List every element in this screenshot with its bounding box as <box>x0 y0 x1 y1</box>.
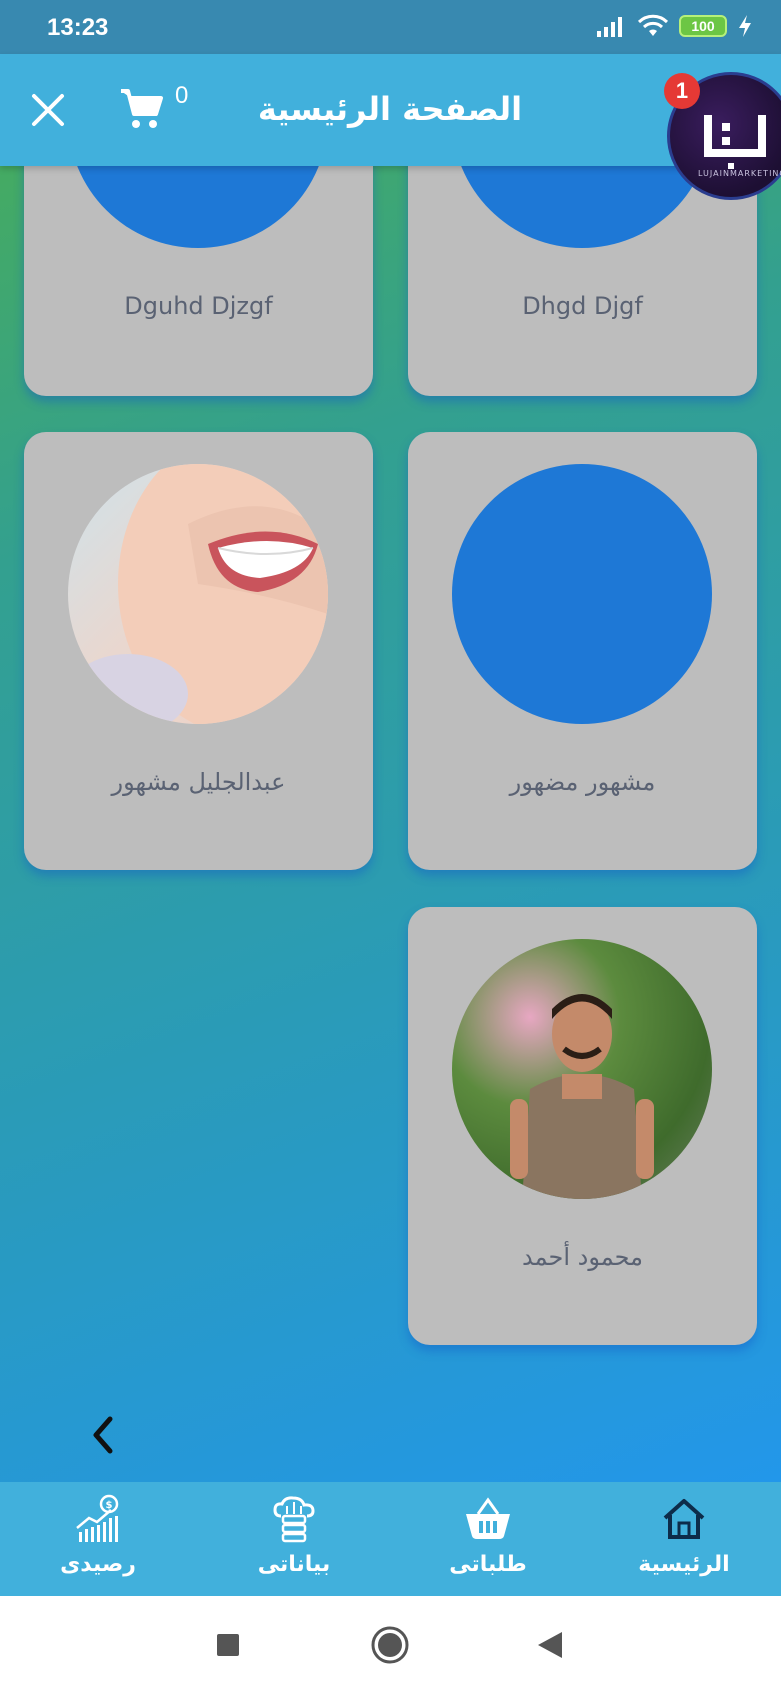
chevron-left-icon[interactable] <box>86 1413 120 1457</box>
app-bar: 0 الصفحة الرئيسية <box>0 54 781 166</box>
nav-item-balance[interactable]: $ رصيدى <box>18 1482 178 1596</box>
close-icon[interactable] <box>28 90 68 130</box>
battery-icon: 100 <box>679 15 727 37</box>
balance-chart-icon: $ <box>76 1494 119 1542</box>
card-name: عبدالجليل مشهور <box>111 768 286 796</box>
cart-count: 0 <box>175 82 189 109</box>
basket-icon <box>466 1497 510 1539</box>
bottom-nav: الرئيسية طلباتى بياناتى $ رصيدى <box>0 1482 781 1596</box>
avatar-photo <box>510 994 654 1199</box>
nav-label: طلباتى <box>449 1552 527 1577</box>
nav-label: الرئيسية <box>638 1552 730 1577</box>
recents-icon[interactable] <box>216 1633 240 1657</box>
cloud-data-icon <box>273 1496 315 1543</box>
nav-item-orders[interactable]: طلباتى <box>408 1482 568 1596</box>
wifi-icon <box>637 14 669 36</box>
card-name: Dhgd Djgf <box>522 292 643 320</box>
back-triangle-icon[interactable] <box>536 1630 564 1660</box>
cart-icon[interactable] <box>118 86 164 132</box>
nav-item-my-data[interactable]: بياناتى <box>214 1482 374 1596</box>
charging-icon <box>739 15 751 37</box>
avatar <box>452 939 712 1199</box>
status-time: 13:23 <box>47 14 109 41</box>
signal-icon <box>597 17 622 37</box>
status-icons: 100 <box>595 14 753 38</box>
logo-text: LUJAINMARKETING <box>698 169 781 178</box>
card-name: محمود أحمد <box>522 1243 643 1271</box>
brand-logo[interactable]: LUJAINMARKETING 1 <box>664 72 781 200</box>
avatar <box>68 464 328 724</box>
svg-text:$: $ <box>106 1500 113 1511</box>
status-bar: 13:23 100 <box>0 0 781 54</box>
card-name: Dguhd Djzgf <box>124 292 273 320</box>
avatar <box>452 464 712 724</box>
system-nav-bar <box>0 1596 781 1691</box>
card-name: مشهور مضهور <box>509 768 656 796</box>
profile-card[interactable]: محمود أحمد <box>408 907 757 1345</box>
page-title: الصفحة الرئيسية <box>257 90 523 128</box>
profile-card[interactable]: عبدالجليل مشهور <box>24 432 373 870</box>
notification-badge: 1 <box>664 73 700 109</box>
home-icon <box>663 1499 705 1539</box>
app-screen: 13:23 100 0 الصفحة الرئيسية LUJAINMARKET… <box>0 0 781 1596</box>
nav-item-home[interactable]: الرئيسية <box>604 1482 764 1596</box>
nav-label: بياناتى <box>257 1552 331 1577</box>
avatar-photo <box>68 464 328 724</box>
profile-card[interactable]: مشهور مضهور <box>408 432 757 870</box>
home-circle-icon[interactable] <box>370 1625 410 1665</box>
nav-label: رصيدى <box>60 1552 136 1577</box>
